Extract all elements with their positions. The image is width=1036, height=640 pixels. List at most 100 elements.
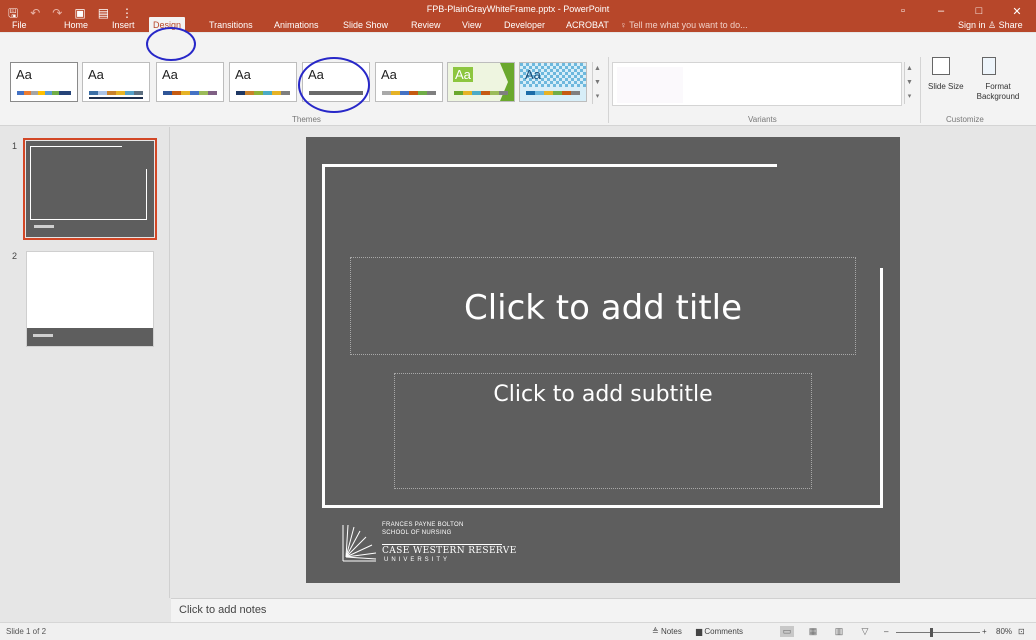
theme-sample-text: Aa	[525, 67, 541, 82]
slide-size-icon	[932, 57, 950, 75]
sign-in-link[interactable]: Sign in	[958, 17, 986, 33]
ribbon-separator	[920, 57, 921, 123]
tab-developer[interactable]: Developer	[500, 17, 549, 33]
theme-office[interactable]: Aa	[10, 62, 78, 102]
current-slide: Click to add title Click to add subtitle	[306, 137, 900, 583]
variants-gallery[interactable]	[612, 62, 902, 106]
logo-school-name: FRANCES PAYNE BOLTON SCHOOL OF NURSING	[382, 521, 464, 537]
theme-sample-text: Aa	[235, 67, 251, 82]
tab-review[interactable]: Review	[407, 17, 445, 33]
slide-thumbnail-1[interactable]	[23, 138, 157, 240]
notes-icon: ≜	[652, 627, 661, 636]
share-button[interactable]: ♙ Share	[988, 17, 1023, 33]
slide-thumbnails-panel: 1 2	[0, 127, 170, 598]
theme-sample-text: Aa	[381, 67, 397, 82]
ribbon-separator	[608, 57, 609, 123]
zoom-in-icon[interactable]: +	[982, 627, 987, 636]
theme-2[interactable]: Aa	[82, 62, 150, 102]
tell-me-search[interactable]: ♀ Tell me what you want to do...	[620, 17, 748, 33]
sunburst-logo-icon	[342, 524, 377, 562]
notes-placeholder: Click to add notes	[179, 604, 267, 616]
theme-color-bar	[526, 91, 580, 95]
annotation-circle-theme	[298, 57, 370, 113]
scroll-up-icon[interactable]: ▲	[905, 62, 914, 76]
logo-line-3: CASE WESTERN RESERVE	[382, 546, 517, 556]
comments-toggle[interactable]: ▆ Comments	[696, 627, 743, 636]
theme-color-bar	[236, 91, 290, 95]
slide-number: 2	[12, 251, 18, 261]
theme-sample-text: Aa	[16, 67, 32, 82]
themes-group-label: Themes	[292, 115, 321, 124]
tab-view[interactable]: View	[458, 17, 485, 33]
comments-toggle-label: Comments	[704, 627, 744, 636]
tab-insert[interactable]: Insert	[108, 17, 139, 33]
logo-line-4: UNIVERSITY	[384, 557, 451, 563]
reading-view-icon[interactable]: ▥	[832, 626, 846, 637]
fit-to-window-icon[interactable]: ⊡	[1018, 627, 1025, 636]
scroll-up-icon[interactable]: ▲	[593, 62, 602, 76]
frame-line-left	[322, 164, 325, 508]
theme-4[interactable]: Aa	[229, 62, 297, 102]
tab-slide-show[interactable]: Slide Show	[339, 17, 392, 33]
tab-transitions[interactable]: Transitions	[205, 17, 257, 33]
slide-size-label: Slide Size	[928, 82, 964, 91]
theme-color-bar	[89, 91, 143, 95]
slide-2-preview	[27, 328, 153, 346]
frame-line-right	[880, 268, 883, 508]
title-placeholder-text: Click to add title	[463, 288, 743, 328]
variants-group-label: Variants	[748, 115, 777, 124]
tab-animations[interactable]: Animations	[270, 17, 323, 33]
frame-line-bottom	[322, 505, 883, 508]
format-background-label: Format Background	[976, 82, 1020, 101]
tell-me-text: Tell me what you want to do...	[629, 20, 748, 30]
tab-home[interactable]: Home	[60, 17, 92, 33]
title-placeholder[interactable]: Click to add title	[350, 257, 856, 355]
zoom-level[interactable]: 80%	[996, 627, 1012, 636]
theme-color-bar	[163, 91, 217, 95]
theme-6[interactable]: Aa	[375, 62, 443, 102]
slide-counter: Slide 1 of 2	[6, 627, 47, 636]
slide-show-icon[interactable]: ▽	[858, 626, 872, 637]
themes-gallery-scroll[interactable]: ▲ ▼ ▾	[592, 62, 602, 104]
variant-swatch[interactable]	[617, 67, 683, 103]
slide-sorter-icon[interactable]: ▦	[806, 626, 820, 637]
slide-number: 1	[12, 141, 18, 151]
theme-3[interactable]: Aa	[156, 62, 224, 102]
subtitle-placeholder-text: Click to add subtitle	[493, 382, 713, 407]
zoom-out-icon[interactable]: –	[884, 627, 888, 636]
scroll-down-icon[interactable]: ▼	[905, 76, 914, 90]
theme-blue-pattern[interactable]: Aa	[519, 62, 587, 102]
theme-color-bar	[382, 91, 436, 95]
zoom-slider[interactable]	[896, 632, 980, 633]
theme-underline	[89, 97, 143, 99]
slide-thumbnail-2[interactable]	[26, 251, 154, 347]
logo-line-2: SCHOOL OF NURSING	[382, 530, 452, 536]
status-bar: Slide 1 of 2 ≜ Notes ▆ Comments ▭ ▦ ▥ ▽ …	[0, 622, 1036, 640]
notes-toggle-label: Notes	[660, 627, 682, 636]
gallery-more-icon[interactable]: ▾	[905, 90, 914, 104]
customize-group-label: Customize	[946, 115, 984, 124]
theme-green-accent	[500, 63, 514, 101]
theme-sample-text: Aa	[162, 67, 178, 82]
scroll-down-icon[interactable]: ▼	[593, 76, 602, 90]
tab-file[interactable]: File	[8, 17, 31, 33]
normal-view-icon[interactable]: ▭	[780, 626, 794, 637]
lightbulb-icon: ♀	[620, 20, 630, 30]
theme-sample-text: Aa	[88, 67, 104, 82]
university-logo: FRANCES PAYNE BOLTON SCHOOL OF NURSING C…	[342, 521, 522, 569]
slide-1-preview	[30, 146, 147, 228]
subtitle-placeholder[interactable]: Click to add subtitle	[394, 373, 812, 489]
frame-line-top	[322, 164, 777, 167]
annotation-circle-design-tab	[146, 27, 196, 61]
variants-gallery-scroll[interactable]: ▲ ▼ ▾	[904, 62, 914, 104]
tab-acrobat[interactable]: ACROBAT	[562, 17, 613, 33]
theme-green[interactable]: Aa	[447, 62, 515, 102]
document-title: FPB-PlainGrayWhiteFrame.pptx - PowerPoin…	[426, 4, 610, 14]
theme-sample-text: Aa	[453, 67, 473, 82]
zoom-slider-thumb[interactable]	[930, 628, 933, 637]
notes-pane[interactable]: Click to add notes	[171, 598, 1036, 622]
gallery-more-icon[interactable]: ▾	[593, 90, 602, 104]
share-label: Share	[998, 20, 1023, 30]
format-background-icon	[982, 57, 996, 75]
notes-toggle[interactable]: ≜ Notes	[652, 627, 682, 636]
